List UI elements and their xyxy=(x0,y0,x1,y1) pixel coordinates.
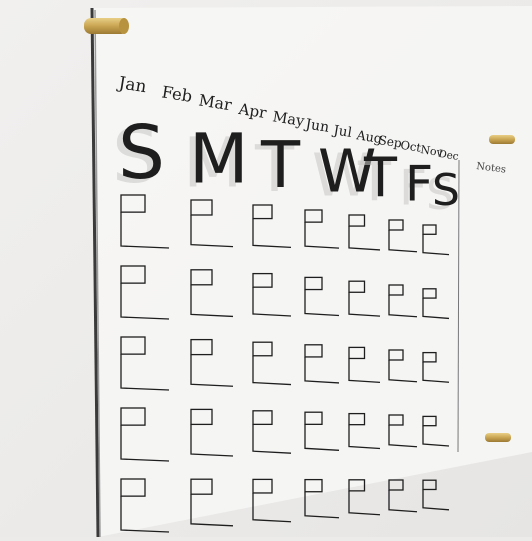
standoff-top-left xyxy=(84,18,129,34)
standoff-right-lower xyxy=(485,433,511,442)
weekday-letter: M xyxy=(189,120,249,200)
weekday-letter: T xyxy=(260,129,301,203)
weekday-letter: T xyxy=(363,146,398,209)
calendar-illustration: Jan Feb Mar Apr MayJun Jul AugSepOctNovDec Not… xyxy=(0,0,532,538)
weekday-letter: S xyxy=(432,165,460,216)
acrylic-panel xyxy=(92,6,532,537)
standoff-right-upper xyxy=(489,135,515,144)
acrylic-calendar-photo: Jan Feb Mar Apr May Jun Jul Aug Sep Oct Nov Dec Not… xyxy=(0,0,532,538)
weekday-letter: S xyxy=(118,110,165,196)
